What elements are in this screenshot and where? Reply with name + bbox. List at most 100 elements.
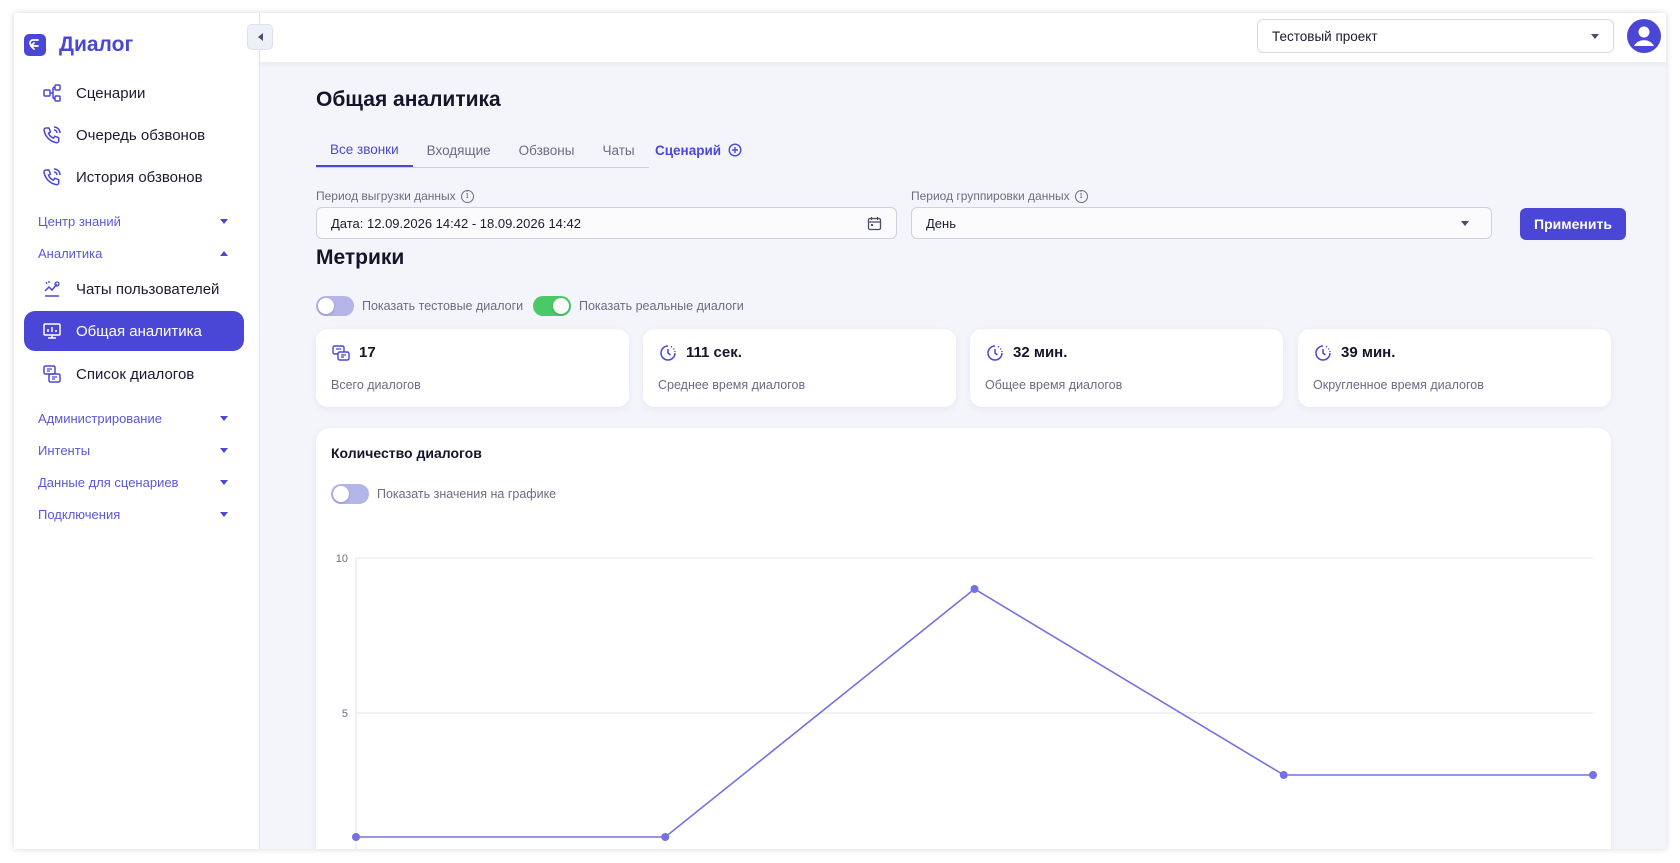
analytics-icon bbox=[41, 320, 63, 342]
metric-label: Округленное время диалогов bbox=[1313, 378, 1484, 392]
toggle-switch[interactable] bbox=[533, 296, 571, 316]
metric-label: Общее время диалогов bbox=[985, 378, 1123, 392]
chevron-down-icon bbox=[1591, 33, 1599, 39]
sidebar-item-scenarios[interactable]: Сценарии bbox=[24, 73, 244, 113]
data-point bbox=[352, 833, 360, 841]
data-point bbox=[661, 833, 670, 841]
sidebar-group-label: Интенты bbox=[38, 442, 91, 458]
chevron-down-icon bbox=[220, 479, 228, 485]
phone-history-icon bbox=[41, 166, 63, 188]
chart-panel: Количество диалогов Показать значения на… bbox=[316, 428, 1611, 849]
data-point bbox=[970, 585, 979, 593]
export-period-value: Дата: 12.09.2026 14:42 - 18.09.2026 14:4… bbox=[331, 215, 581, 231]
app-logo[interactable]: Диалог bbox=[24, 33, 133, 57]
chevron-down-icon bbox=[220, 447, 228, 453]
apply-button[interactable]: Применить bbox=[1520, 208, 1626, 240]
chevron-down-icon bbox=[1461, 220, 1469, 226]
metric-value: 17 bbox=[359, 344, 376, 361]
sidebar-item-label: История обзвонов bbox=[76, 168, 203, 186]
export-period-field[interactable]: Дата: 12.09.2026 14:42 - 18.09.2026 14:4… bbox=[316, 207, 897, 239]
chevron-up-icon bbox=[220, 250, 228, 256]
sidebar-group-connections[interactable]: Подключения bbox=[38, 504, 228, 524]
sidebar-group-label: Центр знаний bbox=[38, 213, 121, 229]
page-title: Общая аналитика bbox=[316, 88, 501, 111]
sidebar-group-label: Администрирование bbox=[38, 410, 162, 426]
avatar[interactable] bbox=[1627, 19, 1661, 53]
export-period-label: Период выгрузки данных i bbox=[316, 189, 474, 203]
add-circle-icon bbox=[728, 143, 742, 157]
sidebar-group-scenario-data[interactable]: Данные для сценариев bbox=[38, 472, 228, 492]
sidebar-item-label: Общая аналитика bbox=[76, 322, 202, 340]
metric-card-total: 17 Всего диалогов bbox=[316, 329, 629, 407]
sidebar-item-general-analytics[interactable]: Общая аналитика bbox=[24, 311, 244, 351]
tab-incoming[interactable]: Входящие bbox=[413, 133, 505, 167]
export-period-label-text: Период выгрузки данных bbox=[316, 189, 456, 203]
tab-scenario-label: Сценарий bbox=[655, 142, 722, 158]
tabs: Все звонки Входящие Обзвоны Чаты bbox=[316, 133, 649, 168]
metric-card-rounded-time: 39 мин. Округленное время диалогов bbox=[1298, 329, 1611, 407]
info-icon[interactable]: i bbox=[1074, 189, 1088, 203]
logo-icon bbox=[24, 34, 46, 56]
group-period-select[interactable]: День bbox=[911, 207, 1492, 239]
tab-outbound[interactable]: Обзвоны bbox=[505, 133, 589, 167]
y-tick-label: 5 bbox=[342, 708, 348, 720]
metric-value: 39 мин. bbox=[1341, 344, 1396, 361]
sidebar-item-label: Очередь обзвонов bbox=[76, 126, 206, 144]
sidebar: Диалог Сценарии Очередь обзвонов История… bbox=[14, 13, 260, 849]
sidebar-item-call-queue[interactable]: Очередь обзвонов bbox=[24, 115, 244, 155]
user-icon bbox=[1627, 19, 1661, 53]
sidebar-collapse-button[interactable] bbox=[247, 24, 273, 50]
app-name: Диалог bbox=[59, 33, 134, 56]
group-period-label: Период группировки данных i bbox=[911, 189, 1088, 203]
sidebar-group-label: Данные для сценариев bbox=[38, 474, 179, 490]
data-point bbox=[1279, 771, 1288, 779]
chevron-down-icon bbox=[220, 218, 228, 224]
sidebar-item-label: Список диалогов bbox=[76, 365, 195, 383]
project-select[interactable]: Тестовый проект bbox=[1257, 19, 1614, 53]
phone-queue-icon bbox=[41, 124, 63, 146]
metric-card-total-time: 32 мин. Общее время диалогов bbox=[970, 329, 1283, 407]
metric-value: 111 сек. bbox=[686, 344, 742, 361]
metric-card-avg-time: 111 сек. Среднее время диалогов bbox=[643, 329, 956, 407]
sidebar-item-dialog-list[interactable]: Список диалогов bbox=[24, 354, 244, 394]
sidebar-group-analytics[interactable]: Аналитика bbox=[38, 243, 228, 263]
metrics-title: Метрики bbox=[316, 246, 405, 269]
line-chart: 10 5 bbox=[336, 553, 1597, 849]
dialogs-icon bbox=[332, 345, 350, 361]
project-select-value: Тестовый проект bbox=[1272, 28, 1378, 44]
metric-value: 32 мин. bbox=[1013, 344, 1068, 361]
calendar-icon[interactable] bbox=[867, 216, 882, 231]
timer-icon bbox=[1315, 345, 1331, 361]
sidebar-group-knowledge[interactable]: Центр знаний bbox=[38, 211, 228, 231]
scenario-icon bbox=[41, 82, 63, 104]
app-window: Диалог Сценарии Очередь обзвонов История… bbox=[14, 13, 1666, 849]
sidebar-group-admin[interactable]: Администрирование bbox=[38, 408, 228, 428]
sidebar-group-intents[interactable]: Интенты bbox=[38, 440, 228, 460]
chevron-down-icon bbox=[220, 415, 228, 421]
sidebar-item-label: Сценарии bbox=[76, 84, 146, 102]
toggle-real-label: Показать реальные диалоги bbox=[579, 299, 744, 313]
group-period-label-text: Период группировки данных bbox=[911, 189, 1070, 203]
sidebar-item-user-chats[interactable]: Чаты пользователей bbox=[24, 269, 244, 309]
group-period-value: День bbox=[926, 215, 956, 231]
toggle-test-label: Показать тестовые диалоги bbox=[362, 299, 524, 313]
timer-icon bbox=[660, 345, 676, 361]
sidebar-item-call-history[interactable]: История обзвонов bbox=[24, 157, 244, 197]
sidebar-item-label: Чаты пользователей bbox=[76, 280, 220, 298]
chevron-left-icon bbox=[257, 33, 263, 41]
data-point bbox=[1589, 771, 1597, 779]
toggle-switch[interactable] bbox=[316, 296, 354, 316]
tab-all-calls[interactable]: Все звонки bbox=[316, 133, 413, 167]
metric-label: Среднее время диалогов bbox=[658, 378, 806, 392]
toggle-test-dialogs[interactable]: Показать тестовые диалоги bbox=[316, 296, 523, 316]
tab-chats[interactable]: Чаты bbox=[588, 133, 648, 167]
timer-icon bbox=[987, 345, 1003, 361]
y-tick-label: 10 bbox=[336, 553, 348, 565]
sidebar-group-label: Аналитика bbox=[38, 245, 103, 261]
info-icon[interactable]: i bbox=[460, 189, 474, 203]
sidebar-group-label: Подключения bbox=[38, 506, 121, 522]
toggle-real-dialogs[interactable]: Показать реальные диалоги bbox=[533, 296, 744, 316]
tab-scenario[interactable]: Сценарий bbox=[655, 133, 742, 167]
dialog-list-icon bbox=[41, 363, 63, 385]
metric-label: Всего диалогов bbox=[331, 378, 421, 392]
